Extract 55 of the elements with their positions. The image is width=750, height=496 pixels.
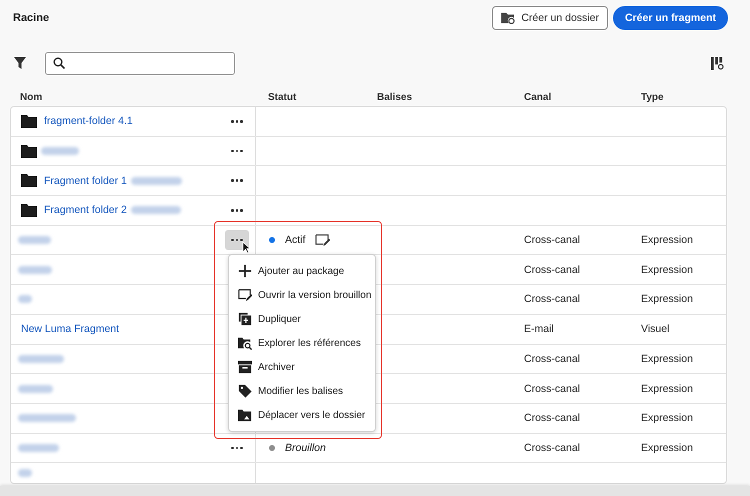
table-cell: Cross-canal xyxy=(524,234,580,246)
search-icon xyxy=(53,57,65,69)
item-link[interactable]: New Luma Fragment xyxy=(21,323,120,336)
table-cell: Cross-canal xyxy=(524,352,580,365)
menu-item[interactable]: Ouvrir la version brouillon xyxy=(229,283,375,307)
folder-icon xyxy=(21,114,37,128)
menu-item[interactable]: Modifier les balises xyxy=(229,379,375,403)
blurred-text xyxy=(18,469,32,478)
filter-icon[interactable] xyxy=(14,57,26,69)
item-link[interactable]: Fragment folder 2 xyxy=(44,204,127,216)
table-cell: Cross-canal xyxy=(524,293,580,306)
add-icon xyxy=(238,264,252,278)
table-cell: Expression xyxy=(641,234,693,246)
menu-item[interactable]: Déplacer vers le dossier xyxy=(229,403,375,427)
table-cell: Cross-canal xyxy=(524,382,580,395)
table-cell: Expression xyxy=(641,412,693,424)
create-fragment-button[interactable]: Créer un fragment xyxy=(612,6,728,30)
table-cell: Cross-canal xyxy=(524,442,580,454)
folder-icon xyxy=(21,204,37,217)
status-label: Brouillon xyxy=(285,442,326,454)
references-icon xyxy=(238,336,252,350)
draft-icon[interactable] xyxy=(315,234,330,247)
table-cell: Expression xyxy=(641,382,693,395)
table-cell: Cross-canal xyxy=(524,412,580,424)
status-label: Actif xyxy=(285,234,306,246)
folder-icon xyxy=(21,144,37,158)
archive-icon xyxy=(238,360,252,374)
column-header[interactable]: Statut xyxy=(268,92,377,103)
column-header[interactable]: Balises xyxy=(377,92,524,103)
column-settings-icon[interactable] xyxy=(711,56,724,70)
page-title: Racine xyxy=(13,12,50,24)
menu-item[interactable]: Archiver xyxy=(229,355,375,379)
table-cell: Visuel xyxy=(641,323,670,336)
column-header[interactable]: Nom xyxy=(10,92,268,103)
menu-item[interactable]: Ajouter au package xyxy=(229,259,375,283)
tag-icon xyxy=(238,384,252,398)
duplicate-icon xyxy=(238,312,252,326)
search-field[interactable] xyxy=(45,52,235,74)
table-cell: Expression xyxy=(641,352,693,365)
draft-icon xyxy=(238,288,252,302)
table-cell: E-mail xyxy=(524,323,554,336)
table-cell: Cross-canal xyxy=(524,264,580,276)
folder-add-icon xyxy=(501,12,516,24)
table-cell: Expression xyxy=(641,442,693,454)
item-link[interactable]: fragment-folder 4.1 xyxy=(44,115,133,128)
table-cell: Expression xyxy=(641,264,693,276)
folder-icon xyxy=(21,174,37,188)
item-link[interactable]: Fragment folder 1 xyxy=(44,174,127,187)
menu-item[interactable]: Explorer les références xyxy=(229,331,375,355)
move-icon xyxy=(238,408,252,422)
column-header[interactable]: Type xyxy=(641,92,664,103)
create-folder-button[interactable]: Créer un dossier xyxy=(492,6,608,30)
menu-item[interactable]: Dupliquer xyxy=(229,307,375,331)
table-cell: Expression xyxy=(641,293,693,306)
column-header[interactable]: Canal xyxy=(524,92,641,103)
